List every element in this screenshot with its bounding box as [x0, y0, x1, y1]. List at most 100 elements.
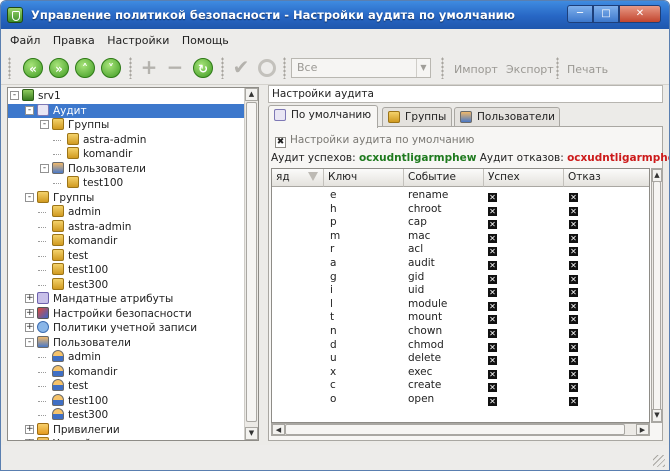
failure-checkbox[interactable]: ✕ — [569, 232, 578, 245]
close-button[interactable]: ✕ — [619, 5, 661, 23]
success-checkbox[interactable]: ✕ — [488, 218, 497, 231]
minimize-button[interactable]: ─ — [567, 5, 593, 23]
success-checkbox[interactable]: ✕ — [488, 368, 497, 381]
tree-item[interactable]: astra-admin — [8, 219, 244, 234]
success-checkbox[interactable]: ✕ — [488, 395, 497, 408]
expand-icon[interactable]: + — [25, 424, 34, 434]
tree-item[interactable]: - Пользователи — [8, 161, 244, 176]
tree-item[interactable]: admin — [8, 350, 244, 364]
export-button[interactable]: Экспорт — [506, 63, 554, 76]
first-icon[interactable]: « — [23, 58, 43, 78]
success-checkbox[interactable]: ✕ — [488, 286, 497, 299]
resize-grip-icon[interactable] — [653, 455, 665, 467]
scroll-thumb[interactable] — [285, 424, 625, 435]
tree-item[interactable]: test300 — [8, 277, 244, 292]
tree-item[interactable]: komandir — [8, 234, 244, 248]
expand-icon[interactable]: + — [25, 323, 34, 332]
column-header[interactable]: Событие — [404, 169, 484, 187]
scroll-left-icon[interactable]: ◀ — [272, 424, 285, 435]
failure-checkbox[interactable]: ✕ — [569, 381, 578, 394]
apply-icon[interactable]: ✔ — [231, 57, 251, 78]
scroll-up-icon[interactable]: ▲ — [245, 88, 258, 101]
import-button[interactable]: Импорт — [454, 63, 498, 76]
table-vertical-scrollbar[interactable]: ▲ ▼ — [651, 168, 663, 423]
tree-item[interactable]: - Пользователи — [8, 335, 244, 350]
failure-checkbox[interactable]: ✕ — [569, 259, 578, 272]
menu-settings[interactable]: Настройки — [107, 34, 169, 47]
up-icon[interactable]: ˄ — [75, 58, 95, 78]
tree-item[interactable]: - Аудит — [8, 103, 244, 118]
tree-item[interactable]: admin — [8, 205, 244, 219]
tree-item[interactable]: astra-admin — [8, 132, 244, 147]
failure-checkbox[interactable]: ✕ — [569, 395, 578, 408]
remove-icon[interactable]: − — [165, 57, 185, 78]
collapse-icon[interactable]: - — [25, 192, 34, 202]
add-icon[interactable]: + — [139, 57, 159, 78]
failure-checkbox[interactable]: ✕ — [569, 341, 578, 354]
tree-scrollbar[interactable]: ▲ ▼ — [244, 88, 258, 440]
tree-item[interactable]: komandir — [8, 147, 244, 161]
scroll-down-icon[interactable]: ▼ — [245, 427, 258, 440]
collapse-icon[interactable]: - — [25, 105, 34, 115]
tree-item[interactable]: test100 — [8, 393, 244, 408]
tree-item[interactable]: test100 — [8, 263, 244, 277]
tree-item[interactable]: test100 — [8, 176, 244, 190]
collapse-icon[interactable]: - — [40, 163, 49, 173]
chevron-down-icon[interactable]: ▼ — [416, 59, 430, 77]
failure-checkbox[interactable]: ✕ — [569, 354, 578, 367]
tree-item[interactable]: test — [8, 248, 244, 263]
failure-checkbox[interactable]: ✕ — [569, 300, 578, 313]
failure-checkbox[interactable]: ✕ — [569, 245, 578, 258]
collapse-icon[interactable]: - — [40, 120, 49, 129]
menu-help[interactable]: Помощь — [182, 34, 229, 47]
success-checkbox[interactable]: ✕ — [488, 354, 497, 367]
expand-icon[interactable]: + — [25, 294, 34, 303]
success-checkbox[interactable]: ✕ — [488, 259, 497, 272]
tree-item[interactable]: - Группы — [8, 118, 244, 132]
print-button[interactable]: Печать — [567, 63, 608, 76]
down-icon[interactable]: ˅ — [101, 58, 121, 78]
tree-item[interactable]: - srv1 — [8, 89, 244, 103]
tree-item[interactable]: + Политики учетной записи — [8, 321, 244, 335]
failure-checkbox[interactable]: ✕ — [569, 286, 578, 299]
success-checkbox[interactable]: ✕ — [488, 245, 497, 258]
tab-users[interactable]: Пользователи — [454, 107, 560, 127]
failure-checkbox[interactable]: ✕ — [569, 205, 578, 218]
expand-icon[interactable]: + — [25, 439, 34, 440]
failure-checkbox[interactable]: ✕ — [569, 191, 578, 204]
maximize-button[interactable]: □ — [593, 5, 619, 23]
success-checkbox[interactable]: ✕ — [488, 341, 497, 354]
failure-checkbox[interactable]: ✕ — [569, 368, 578, 381]
tree-item[interactable]: + Мандатные атрибуты — [8, 292, 244, 306]
tree-item[interactable]: test — [8, 379, 244, 393]
menu-file[interactable]: Файл — [10, 34, 40, 47]
tree-item[interactable]: - Группы — [8, 190, 244, 205]
success-checkbox[interactable]: ✕ — [488, 327, 497, 340]
cancel-icon[interactable] — [258, 59, 276, 77]
collapse-icon[interactable]: - — [10, 91, 19, 100]
column-header[interactable]: Ключ — [324, 169, 404, 187]
collapse-icon[interactable]: - — [25, 337, 34, 347]
failure-checkbox[interactable]: ✕ — [569, 273, 578, 286]
title-bar[interactable]: Управление политикой безопасности - Наст… — [1, 1, 669, 29]
default-audit-checkbox[interactable]: ✖ Настройки аудита по умолчанию — [275, 134, 474, 148]
navigation-tree[interactable]: - srv1- Аудит - Группы astra-admin komandir - По… — [8, 88, 244, 440]
last-icon[interactable]: » — [49, 58, 69, 78]
success-checkbox[interactable]: ✕ — [488, 273, 497, 286]
tree-item[interactable]: + Настройки безопасности — [8, 306, 244, 321]
failure-checkbox[interactable]: ✕ — [569, 218, 578, 231]
tree-item[interactable]: komandir — [8, 364, 244, 379]
tab-default[interactable]: По умолчанию — [268, 105, 378, 128]
success-checkbox[interactable]: ✕ — [488, 191, 497, 204]
success-checkbox[interactable]: ✕ — [488, 232, 497, 245]
tab-groups[interactable]: Группы — [382, 107, 452, 127]
tree-item[interactable]: test300 — [8, 408, 244, 422]
column-header[interactable]: Успех — [484, 169, 564, 187]
filter-combobox[interactable]: Все ▼ — [291, 58, 431, 78]
refresh-icon[interactable]: ↻ — [193, 58, 213, 78]
table-horizontal-scrollbar[interactable]: ◀ ▶ — [271, 423, 650, 436]
failure-checkbox[interactable]: ✕ — [569, 327, 578, 340]
toolbar-grip[interactable] — [8, 57, 11, 79]
success-checkbox[interactable]: ✕ — [488, 300, 497, 313]
scroll-thumb[interactable] — [653, 181, 661, 411]
